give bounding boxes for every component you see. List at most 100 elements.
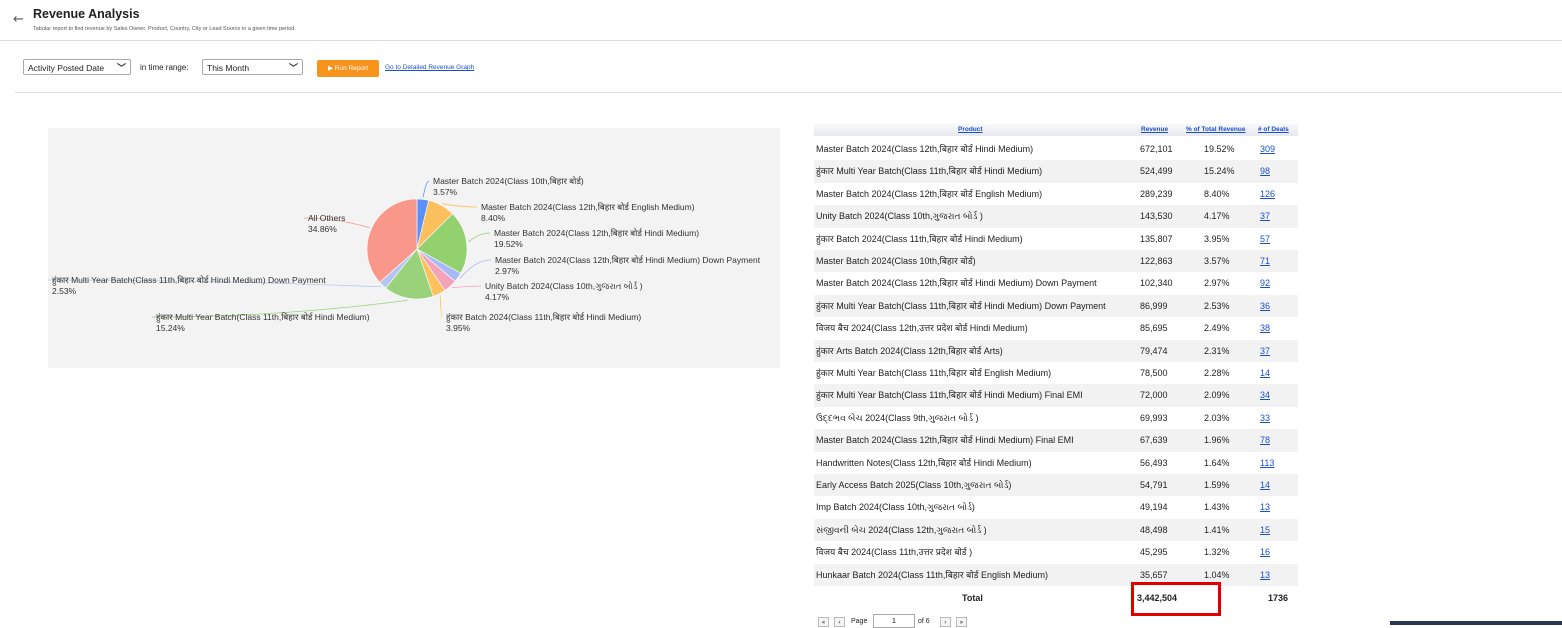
table-row: Hunkaar Batch 2024(Class 11th,बिहार बोर्… [814, 563, 1298, 586]
revenue-cell: 86,999 [1140, 300, 1168, 311]
time-range-select[interactable]: This Month ﹀ [202, 59, 303, 75]
revenue-cell: 56,493 [1140, 457, 1168, 468]
header-product[interactable]: Product [958, 126, 983, 133]
slice-pct-label: 2.53% [52, 286, 77, 296]
slice-name-label: Master Batch 2024(Class 12th,बिहार बोर्ड… [495, 255, 761, 265]
leader-line [439, 295, 443, 318]
slice-name-label: Unity Batch 2024(Class 10th,ગુજરાત બોર્ડ… [485, 280, 643, 291]
pct-cell: 2.97% [1204, 278, 1230, 289]
run-report-button[interactable]: ▶ Run Report [317, 60, 379, 77]
pct-cell: 1.32% [1204, 547, 1230, 558]
deals-link[interactable]: 14 [1260, 474, 1270, 496]
pct-cell: 4.17% [1204, 211, 1230, 222]
footer-bar [1390, 621, 1562, 625]
product-cell: हुंकार Multi Year Batch(Class 11th,बिहार… [816, 300, 1106, 311]
page-number-input[interactable] [873, 614, 915, 628]
slice-name-label: Master Batch 2024(Class 12th,बिहार बोर्ड… [481, 202, 695, 212]
page-title: Revenue Analysis [33, 7, 140, 21]
table-row: Master Batch 2024(Class 12th,बिहार बोर्ड… [814, 183, 1298, 205]
table-row: Master Batch 2024(Class 12th,बिहार बोर्ड… [814, 272, 1298, 294]
slice-name-label: हुंकार Batch 2024(Class 11th,बिहार बोर्ड… [446, 312, 641, 323]
deals-link[interactable]: 34 [1260, 384, 1270, 406]
product-cell: Master Batch 2024(Class 12th,बिहार बोर्ड… [816, 278, 1097, 289]
revenue-cell: 78,500 [1140, 368, 1168, 378]
date-field-select[interactable]: Activity Posted Date ﹀ [23, 59, 131, 75]
prev-page-button[interactable]: ‹ [834, 617, 845, 627]
pct-cell: 2.28% [1204, 368, 1230, 378]
revenue-cell: 49,194 [1140, 502, 1168, 513]
back-arrow-icon[interactable]: ← [13, 12, 24, 27]
table-row: Imp Batch 2024(Class 10th,ગુજરાત બોર્ડ) 4… [814, 496, 1298, 518]
deals-link[interactable]: 13 [1260, 496, 1270, 518]
deals-link[interactable]: 13 [1260, 564, 1270, 586]
pct-cell: 2.09% [1204, 390, 1230, 401]
table-row: Master Batch 2024(Class 12th,बिहार बोर्ड… [814, 138, 1298, 160]
deals-link[interactable]: 92 [1260, 272, 1270, 294]
page-label: Page [851, 618, 868, 625]
table-row: Master Batch 2024(Class 12th,बिहार बोर्ड… [814, 429, 1298, 452]
deals-link[interactable]: 33 [1260, 407, 1270, 429]
table-row: Early Access Batch 2025(Class 10th,ગુજરા… [814, 474, 1298, 497]
revenue-cell: 79,474 [1140, 345, 1168, 356]
deals-link[interactable]: 113 [1260, 452, 1274, 474]
slice-pct-label: 3.57% [433, 187, 458, 197]
revenue-cell: 672,101 [1140, 144, 1173, 154]
range-label: in time range: [140, 63, 189, 72]
table-row: ઉદ્દભવ બેચ 2024(Class 9th,ગુજરાત બોર્ડ )… [814, 407, 1298, 429]
revenue-cell: 69,993 [1140, 412, 1168, 423]
revenue-pie-chart: Master Batch 2024(Class 10th,बिहार बोर्ड… [47, 128, 780, 368]
chevron-down-icon: ﹀ [116, 63, 126, 73]
product-cell: हुंकार Multi Year Batch(Class 11th,बिहार… [816, 390, 1083, 401]
header-revenue[interactable]: Revenue [1141, 126, 1168, 133]
pct-cell: 3.95% [1204, 233, 1230, 244]
last-page-button[interactable]: » [956, 617, 967, 627]
deals-link[interactable]: 78 [1260, 429, 1270, 451]
pie-chart-svg: Master Batch 2024(Class 10th,बिहार बोर्ड… [47, 176, 761, 333]
deals-link[interactable]: 309 [1260, 138, 1275, 160]
product-cell: विजय बैच 2024(Class 11th,उत्तर प्रदेश बो… [816, 547, 973, 558]
deals-link[interactable]: 37 [1260, 205, 1270, 227]
deals-link[interactable]: 98 [1260, 160, 1270, 182]
deals-link[interactable]: 126 [1260, 183, 1275, 205]
header-pct-revenue[interactable]: % of Total Revenue [1186, 126, 1245, 133]
deals-link[interactable]: 38 [1260, 317, 1270, 339]
next-page-button[interactable]: › [940, 617, 951, 627]
table-row: हुंकार Multi Year Batch(Class 11th,बिहार… [814, 384, 1298, 407]
product-cell: Master Batch 2024(Class 10th,बिहार बोर्ड… [816, 256, 976, 266]
deals-link[interactable]: 37 [1260, 340, 1270, 362]
total-label: Total [962, 593, 983, 603]
total-deals: 1736 [1268, 593, 1289, 603]
deals-link[interactable]: 14 [1260, 362, 1270, 384]
revenue-cell: 45,295 [1140, 547, 1168, 558]
product-cell: સંજીવની બેચ 2024(Class 12th,ગુજરાત બોર્ડ… [816, 524, 987, 535]
header-deals[interactable]: # of Deals [1258, 126, 1289, 133]
product-cell: Hunkaar Batch 2024(Class 11th,बिहार बोर्… [816, 569, 1048, 580]
slice-pct-label: 8.40% [481, 213, 506, 223]
revenue-graph-link[interactable]: Go to Detailed Revenue Graph [385, 64, 474, 71]
pct-cell: 2.31% [1204, 345, 1230, 356]
deals-link[interactable]: 57 [1260, 228, 1270, 250]
deals-link[interactable]: 71 [1260, 250, 1270, 272]
slice-pct-label: 2.97% [495, 266, 520, 276]
revenue-cell: 54,791 [1140, 480, 1168, 490]
table-row: Master Batch 2024(Class 10th,बिहार बोर्ड… [814, 250, 1298, 273]
deals-link[interactable]: 15 [1260, 519, 1270, 541]
revenue-cell: 289,239 [1140, 188, 1173, 199]
leader-line [451, 285, 482, 289]
revenue-cell: 102,340 [1140, 278, 1173, 289]
deals-link[interactable]: 36 [1260, 295, 1270, 317]
pct-cell: 2.49% [1204, 323, 1230, 334]
pct-cell: 2.53% [1204, 300, 1230, 311]
header-divider [0, 40, 1562, 41]
slice-pct-label: 4.17% [485, 292, 510, 302]
deals-link[interactable]: 16 [1260, 541, 1270, 563]
product-cell: हुंकार Multi Year Batch(Class 11th,बिहार… [816, 368, 1052, 378]
first-page-button[interactable]: « [818, 617, 829, 627]
pct-cell: 1.96% [1204, 435, 1230, 446]
table-row: हुंकार Arts Batch 2024(Class 12th,बिहार … [814, 339, 1298, 362]
slice-name-label: Master Batch 2024(Class 12th,बिहार बोर्ड… [494, 228, 699, 238]
product-cell: ઉદ્દભવ બેચ 2024(Class 9th,ગુજરાત બોર્ડ ) [816, 412, 979, 423]
table-row: हुंकार Batch 2024(Class 11th,बिहार बोर्ड… [814, 228, 1298, 250]
revenue-cell: 524,499 [1140, 166, 1173, 177]
controls-divider [15, 92, 1562, 93]
